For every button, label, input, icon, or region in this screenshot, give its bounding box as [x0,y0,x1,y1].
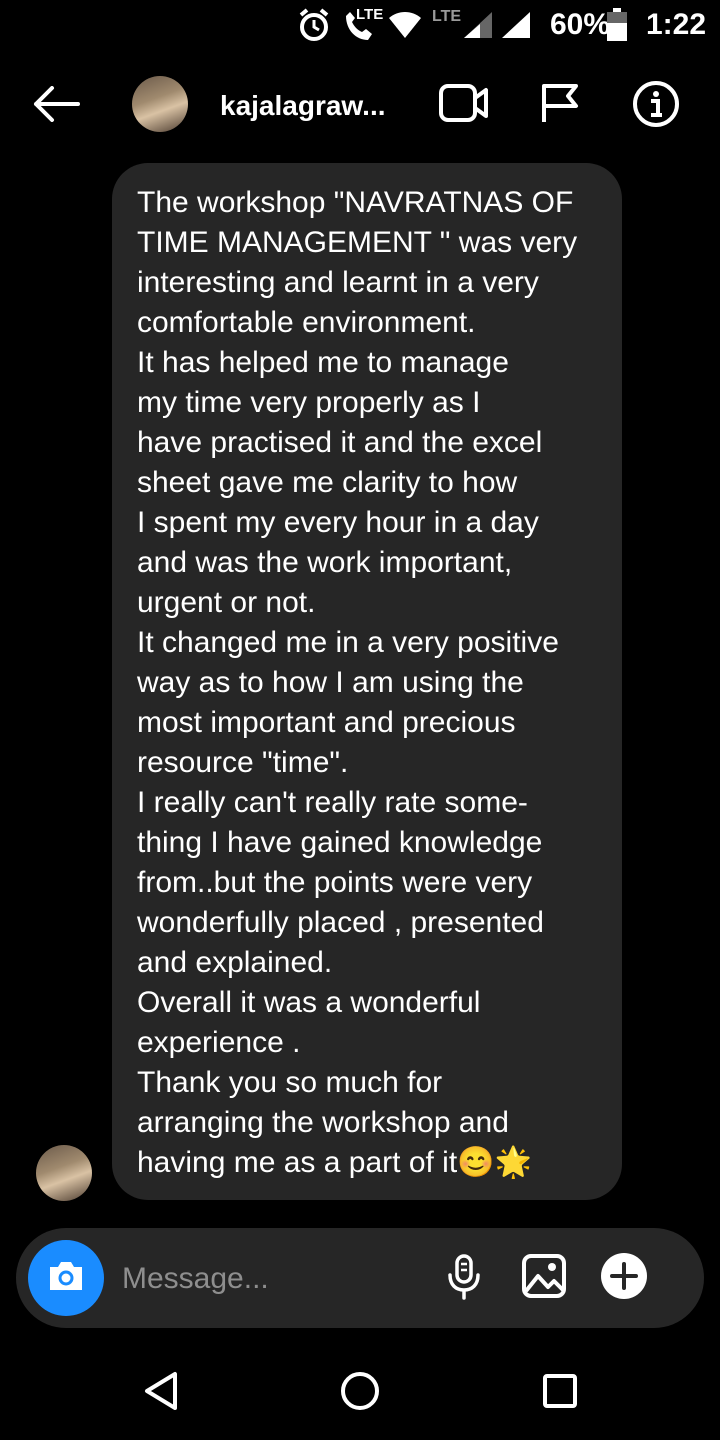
gallery-icon [521,1253,567,1304]
lte-label: LTE [432,8,462,25]
username[interactable]: kajalagraw... [220,90,386,122]
battery-icon [606,8,628,47]
video-call-icon [439,83,489,128]
avatar[interactable] [132,76,188,132]
system-nav-bar [0,1350,720,1440]
more-button[interactable] [600,1252,648,1305]
battery-percent: 60% [550,8,611,41]
nav-recents-button[interactable] [535,1368,585,1418]
home-circle-icon [340,1371,380,1416]
alarm-icon [298,8,330,47]
report-button[interactable] [538,82,582,128]
signal-icon [462,10,494,45]
wifi-icon [388,10,422,45]
sender-avatar[interactable] [36,1145,92,1201]
video-call-button[interactable] [438,82,490,128]
message-input[interactable] [120,1255,424,1303]
info-icon [632,80,680,133]
info-button[interactable] [630,80,682,132]
back-arrow-icon [32,85,80,127]
voice-message-button[interactable] [444,1253,484,1305]
status-bar: LTE LTE 60% 1:22 [0,0,720,50]
lte-badge: LTE [356,6,384,23]
nav-back-button[interactable] [136,1368,186,1418]
camera-icon [46,1259,86,1298]
nav-home-button[interactable] [335,1368,385,1418]
flag-icon [540,82,580,129]
back-button[interactable] [28,84,84,128]
camera-button[interactable] [28,1240,104,1316]
signal-icon [500,10,532,45]
clock: 1:22 [646,8,707,41]
gallery-button[interactable] [520,1253,568,1304]
conversation-header: kajalagraw... [0,62,720,148]
back-triangle-icon [143,1371,179,1416]
message-text: The workshop "NAVRATNAS OF TIME MANAGEME… [137,186,578,1179]
microphone-icon [446,1253,482,1306]
plus-icon [600,1252,648,1305]
recents-square-icon [542,1373,578,1414]
